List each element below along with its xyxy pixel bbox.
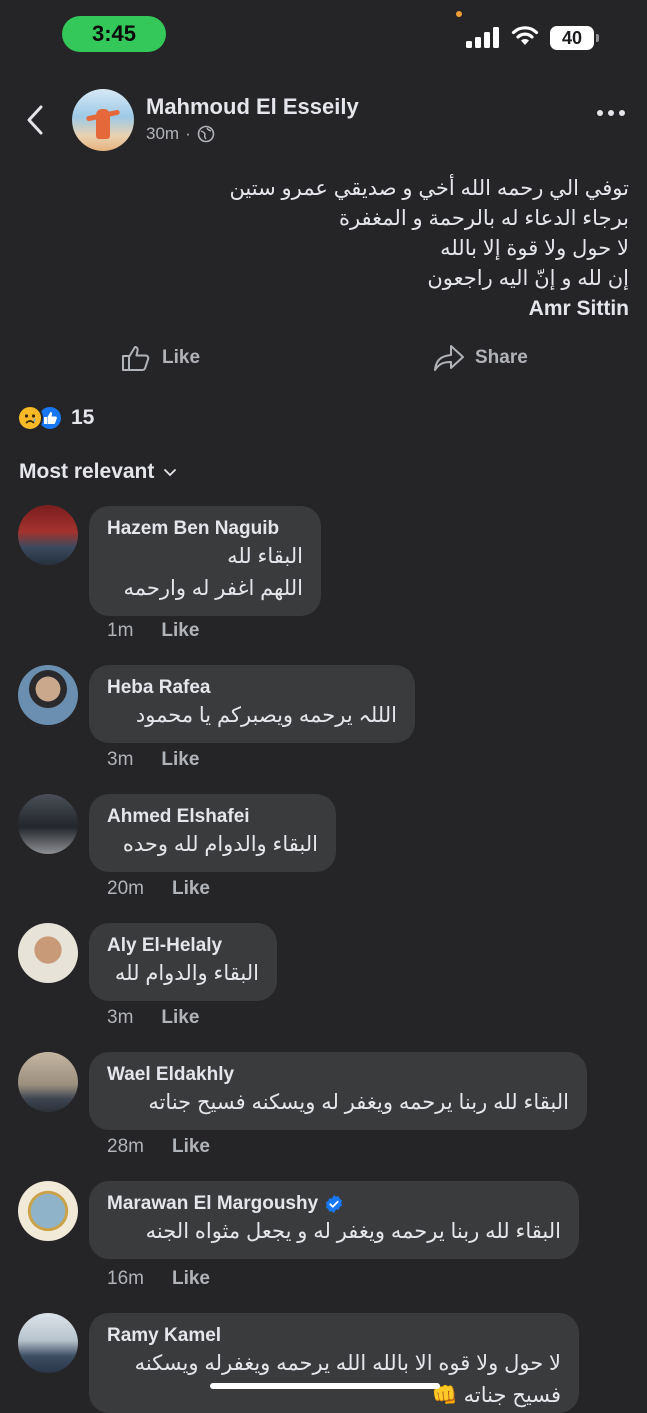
sort-label: Most relevant — [19, 460, 155, 483]
comment-text: البقاء لله — [227, 545, 303, 568]
verified-badge-icon — [326, 1195, 343, 1213]
comment-like-button[interactable]: Like — [161, 1007, 199, 1029]
back-chevron-icon[interactable] — [22, 104, 48, 136]
comment-bubble: Hazem Ben Naguib البقاء لله اللهم اغفر ل… — [89, 506, 321, 616]
commenter-avatar[interactable] — [18, 794, 78, 854]
camera-indicator-icon — [456, 11, 462, 17]
home-indicator[interactable] — [210, 1383, 440, 1389]
comment-like-button[interactable]: Like — [172, 878, 210, 900]
post-author-avatar[interactable] — [72, 89, 134, 151]
comments-sort-dropdown[interactable]: Most relevant — [19, 460, 178, 484]
post-meta: 30m · — [146, 124, 215, 144]
commenter-avatar[interactable] — [18, 665, 78, 725]
cellular-signal-icon — [466, 26, 500, 48]
more-options-icon[interactable] — [597, 110, 625, 116]
share-button[interactable]: Share — [433, 342, 528, 374]
comment-like-button[interactable]: Like — [172, 1136, 210, 1158]
commenter-name[interactable]: Ahmed Elshafei — [107, 806, 318, 828]
post-english-line: Amr Sittin — [528, 297, 629, 320]
comment-meta: 1m Like — [107, 620, 199, 642]
comment-meta: 28m Like — [107, 1136, 210, 1158]
commenter-name-text: Marawan El Margoushy — [107, 1193, 319, 1214]
comment-text: البقاء لله ربنا يرحمه ويغفر له و يجعل مث… — [145, 1220, 561, 1243]
commenter-avatar[interactable] — [18, 1181, 78, 1241]
status-time: 3:45 — [62, 16, 166, 52]
reaction-count: 15 — [71, 406, 95, 429]
sad-reaction-icon — [17, 405, 43, 431]
post-line: لا حول ولا قوة إلا بالله — [440, 237, 629, 260]
comment-text: البقاء لله ربنا يرحمه ويغفر له ويسكنه فس… — [148, 1091, 569, 1114]
comment-time: 3m — [107, 1007, 134, 1028]
wifi-icon — [511, 26, 539, 45]
like-thumb-icon — [122, 346, 150, 371]
comment-text: البقاء والدوام لله وحده — [122, 833, 318, 856]
commenter-name[interactable]: Heba Rafea — [107, 677, 397, 699]
chevron-down-icon — [164, 469, 177, 477]
share-arrow-icon — [434, 345, 464, 371]
comment-like-button[interactable]: Like — [161, 749, 199, 771]
meta-separator: · — [185, 124, 191, 143]
commenter-avatar[interactable] — [18, 505, 78, 565]
comment-time: 28m — [107, 1136, 144, 1157]
battery-indicator: 40 — [550, 26, 599, 50]
commenter-name[interactable]: Hazem Ben Naguib — [107, 518, 303, 540]
post-line: توفي الي رحمه الله أخي و صديقي عمرو ستين — [229, 177, 629, 200]
comment-text: الللہ يرحمه ويصبركم يا محمود — [135, 704, 397, 727]
comment-bubble: Wael Eldakhly البقاء لله ربنا يرحمه ويغف… — [89, 1052, 587, 1130]
commenter-name[interactable]: Marawan El Margoushy — [107, 1193, 561, 1215]
comment-time: 16m — [107, 1268, 144, 1289]
post-author-name[interactable]: Mahmoud El Esseily — [146, 94, 359, 120]
post-age[interactable]: 30m — [146, 124, 179, 144]
like-button[interactable]: Like — [120, 342, 200, 374]
comment-text: البقاء والدوام لله — [114, 962, 259, 985]
reaction-summary[interactable]: 15 — [17, 405, 94, 431]
commenter-name[interactable]: Wael Eldakhly — [107, 1064, 569, 1086]
comment-like-button[interactable]: Like — [161, 620, 199, 642]
post-line: إن لله و إنّ اليه راجعون — [427, 267, 629, 290]
like-label: Like — [162, 347, 201, 368]
commenter-name[interactable]: Aly El-Helaly — [107, 935, 259, 957]
comment-meta: 20m Like — [107, 878, 210, 900]
comment-bubble: Heba Rafea الللہ يرحمه ويصبركم يا محمود — [89, 665, 415, 743]
comment-text: لا حول ولا قوه الا بالله الله يرحمه ويغف… — [134, 1352, 561, 1375]
post-line: برجاء الدعاء له بالرحمة و المغفرة — [338, 207, 629, 230]
comment-bubble: Aly El-Helaly البقاء والدوام لله — [89, 923, 277, 1001]
globe-icon — [197, 125, 215, 143]
comment-like-button[interactable]: Like — [172, 1268, 210, 1290]
comment-bubble: Ramy Kamel لا حول ولا قوه الا بالله الله… — [89, 1313, 579, 1413]
comment-bubble: Ahmed Elshafei البقاء والدوام لله وحده — [89, 794, 336, 872]
comment-meta: 3m Like — [107, 1007, 199, 1029]
comment-time: 1m — [107, 620, 134, 641]
comment-time: 20m — [107, 878, 144, 899]
commenter-avatar[interactable] — [18, 1052, 78, 1112]
commenter-avatar[interactable] — [18, 923, 78, 983]
comment-meta: 3m Like — [107, 749, 199, 771]
comment-meta: 16m Like — [107, 1268, 210, 1290]
commenter-name[interactable]: Ramy Kamel — [107, 1325, 561, 1347]
post-text: توفي الي رحمه الله أخي و صديقي عمرو ستين… — [29, 174, 629, 324]
comment-text: اللهم اغفر له وارحمه — [123, 577, 303, 600]
comment-time: 3m — [107, 749, 134, 770]
commenter-avatar[interactable] — [18, 1313, 78, 1373]
share-label: Share — [475, 347, 528, 368]
comment-bubble: Marawan El Margoushy البقاء لله ربنا يرح… — [89, 1181, 579, 1259]
